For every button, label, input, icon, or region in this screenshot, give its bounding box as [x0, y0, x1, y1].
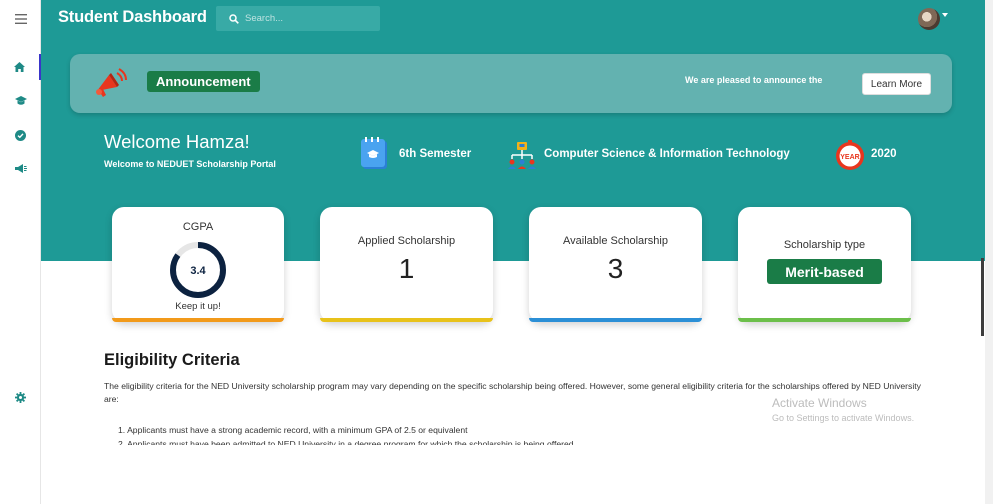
- learn-more-button[interactable]: Learn More: [862, 73, 931, 95]
- year-clock-icon: YEAR: [836, 140, 864, 170]
- sidebar: [0, 0, 41, 504]
- cgpa-progress-ring: 3.4: [170, 242, 226, 298]
- cgpa-card: CGPA 3.4 Keep it up!: [112, 207, 284, 322]
- graduation-cap-icon: [14, 96, 27, 105]
- cgpa-accent-bar: [112, 318, 284, 322]
- hierarchy-icon: [508, 142, 536, 169]
- announcement-badge: Announcement: [147, 71, 260, 92]
- chevron-down-icon[interactable]: [942, 13, 948, 17]
- welcome-subtitle: Welcome to NEDUET Scholarship Portal: [104, 159, 276, 169]
- megaphone-icon: [14, 164, 27, 173]
- home-icon: [14, 62, 25, 72]
- windows-watermark-subtitle: Go to Settings to activate Windows.: [772, 413, 915, 423]
- sidebar-item-home[interactable]: [0, 54, 41, 80]
- megaphone-icon: [96, 68, 127, 97]
- cgpa-label: CGPA: [182, 221, 214, 233]
- sidebar-item-status[interactable]: [0, 122, 41, 148]
- cgpa-note: Keep it up!: [175, 301, 221, 312]
- search-icon: [229, 13, 239, 24]
- announcement-marquee: We are pleased to announce the: [685, 75, 823, 85]
- available-scholarship-label: Available Scholarship: [563, 235, 668, 247]
- windows-watermark-title: Activate Windows: [772, 396, 867, 410]
- available-scholarship-card: Available Scholarship 3: [529, 207, 702, 322]
- eligibility-title: Eligibility Criteria: [104, 351, 240, 369]
- applied-scholarship-value: 1: [398, 253, 415, 284]
- gear-icon: [15, 391, 26, 403]
- scrollbar-thumb[interactable]: [981, 258, 984, 336]
- avatar[interactable]: [918, 8, 940, 30]
- svg-text:YEAR: YEAR: [840, 154, 859, 161]
- available-accent-bar: [529, 318, 702, 322]
- type-accent-bar: [738, 318, 911, 322]
- search-placeholder: Search...: [245, 13, 284, 24]
- sidebar-item-settings[interactable]: [0, 384, 41, 410]
- check-circle-icon: [15, 129, 26, 141]
- content-cutoff: [41, 445, 985, 504]
- applied-scholarship-label: Applied Scholarship: [357, 235, 456, 247]
- scrollbar-track[interactable]: [985, 0, 993, 504]
- applied-accent-bar: [320, 318, 493, 322]
- sidebar-item-announcements[interactable]: [0, 156, 41, 182]
- available-scholarship-value: 3: [607, 253, 624, 284]
- applied-scholarship-card: Applied Scholarship 1: [320, 207, 493, 322]
- hamburger-icon: [14, 14, 27, 24]
- scholarship-type-badge: Merit-based: [767, 259, 882, 284]
- year-label: 2020: [871, 148, 897, 160]
- app-title: Student Dashboard: [58, 8, 207, 26]
- menu-button[interactable]: [0, 6, 41, 32]
- search-input[interactable]: Search...: [216, 6, 380, 31]
- semester-label: 6th Semester: [399, 148, 472, 160]
- sidebar-item-scholarships[interactable]: [0, 88, 41, 114]
- cgpa-value: 3.4: [190, 265, 206, 277]
- notebook-icon: [361, 137, 387, 169]
- scholarship-type-card: Scholarship type Merit-based: [738, 207, 911, 322]
- list-item: 1. Applicants must have a strong academi…: [118, 425, 468, 435]
- program-label: Computer Science & Information Technolog…: [544, 148, 790, 160]
- welcome-title: Welcome Hamza!: [104, 131, 250, 152]
- scholarship-type-label: Scholarship type: [783, 239, 866, 251]
